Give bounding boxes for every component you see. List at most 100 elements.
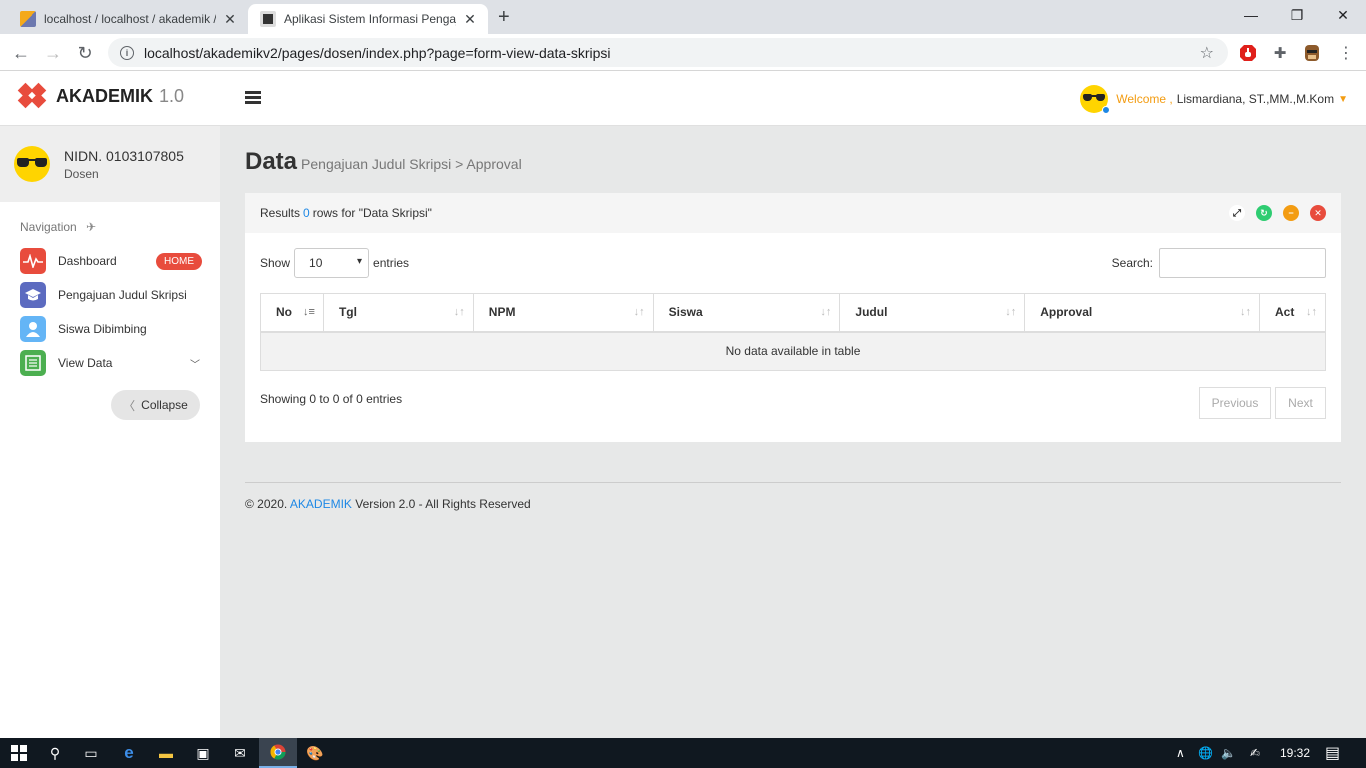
address-bar: ← → ↻ i localhost/akademikv2/pages/dosen… <box>0 34 1366 71</box>
minimize-icon[interactable]: — <box>1228 0 1274 30</box>
caret-down-icon: ▼ <box>1338 93 1348 105</box>
extensions-puzzle-icon[interactable]: ✚ <box>1270 43 1290 63</box>
sort-icon: ↓↑ <box>453 306 465 318</box>
user-menu[interactable]: Welcome , Lismardiana, ST.,MM.,M.Kom ▼ <box>1080 85 1348 114</box>
panel-tools: ⤢ ↻ − ✕ <box>1218 205 1326 221</box>
pen-icon[interactable]: ✍ <box>1250 738 1260 768</box>
store-icon[interactable]: ▣ <box>184 738 222 768</box>
windows-start-icon[interactable] <box>0 738 38 768</box>
close-panel-icon[interactable]: ✕ <box>1310 205 1326 221</box>
column-header-approval[interactable]: Approval ↓↑ <box>1024 293 1260 333</box>
chrome-icon[interactable] <box>259 738 297 768</box>
volume-icon[interactable]: 🔈 <box>1221 738 1236 768</box>
footer: © 2020. AKADEMIK Version 2.0 - All Right… <box>245 497 531 511</box>
column-header-act[interactable]: Act ↓↑ <box>1259 293 1326 333</box>
back-icon[interactable]: ← <box>8 40 34 66</box>
app-logo-text: AKADEMIK 1.0 <box>56 85 185 106</box>
app-favicon-icon <box>260 11 276 27</box>
sidebar-item-label: Pengajuan Judul Skripsi <box>58 288 187 302</box>
forward-icon[interactable]: → <box>40 40 66 66</box>
phpmyadmin-favicon-icon <box>20 11 36 27</box>
column-header-siswa[interactable]: Siswa ↓↑ <box>653 293 841 333</box>
column-header-tgl[interactable]: Tgl ↓↑ <box>323 293 474 333</box>
footer-divider <box>245 482 1341 483</box>
search-icon[interactable]: ⚲ <box>36 738 74 768</box>
data-panel: Results 0 rows for "Data Skripsi" ⤢ ↻ − … <box>245 193 1341 442</box>
sort-icon: ↓↑ <box>1240 306 1251 318</box>
search-input[interactable] <box>1159 248 1326 278</box>
mail-icon[interactable]: ✉ <box>221 738 259 768</box>
welcome-text: Welcome , <box>1116 92 1173 106</box>
paper-plane-icon: ✈ <box>86 220 97 234</box>
sort-icon: ↓↑ <box>820 306 832 318</box>
task-view-icon[interactable]: ▭ <box>72 738 110 768</box>
profile-avatar-icon[interactable] <box>1302 43 1322 63</box>
column-header-npm[interactable]: NPM ↓↑ <box>473 293 654 333</box>
edge-browser-icon[interactable]: e <box>110 738 148 768</box>
url-text: localhost/akademikv2/pages/dosen/index.p… <box>144 44 611 61</box>
sidebar-item-dashboard[interactable]: Dashboard HOME <box>20 247 202 275</box>
sidebar-item-label: View Data <box>58 356 113 370</box>
graduation-cap-icon <box>20 282 46 308</box>
browser-tab-active[interactable]: Aplikasi Sistem Informasi Pengaju ✕ <box>248 4 488 34</box>
sidebar-item-pengajuan[interactable]: Pengajuan Judul Skripsi <box>20 281 202 309</box>
browser-tab-bar: localhost / localhost / akademik / ✕ Apl… <box>0 0 1366 34</box>
reload-icon[interactable]: ↻ <box>72 40 98 66</box>
previous-button[interactable]: Previous <box>1199 387 1271 419</box>
tab-title: Aplikasi Sistem Informasi Pengaju <box>284 12 456 26</box>
tab-title: localhost / localhost / akademik / <box>44 12 216 26</box>
site-info-icon[interactable]: i <box>120 45 134 60</box>
list-icon <box>20 350 46 376</box>
online-status-icon <box>1102 106 1111 114</box>
sidebar-item-view-data[interactable]: View Data ﹀ <box>20 349 202 377</box>
refresh-icon[interactable]: ↻ <box>1256 205 1272 221</box>
network-globe-icon[interactable]: 🌐 <box>1198 738 1213 768</box>
expand-icon[interactable]: ⤢ <box>1229 205 1245 221</box>
entries-select[interactable]: 10 ▾ <box>294 248 370 278</box>
file-explorer-icon[interactable]: ▬ <box>147 738 185 768</box>
url-field[interactable]: i localhost/akademikv2/pages/dosen/index… <box>108 38 1228 67</box>
chevron-down-icon[interactable]: ﹀ <box>190 356 200 371</box>
tray-chevron-up-icon[interactable]: ∧ <box>1176 738 1185 768</box>
collapse-button[interactable]: 〈 Collapse <box>111 390 200 420</box>
profile-nidn: NIDN. 0103107805 <box>64 148 184 164</box>
browser-tab-phpmyadmin[interactable]: localhost / localhost / akademik / ✕ <box>8 4 248 34</box>
minimize-panel-icon[interactable]: − <box>1283 205 1299 221</box>
profile-avatar <box>14 146 50 182</box>
browser-menu-icon[interactable]: ⋮ <box>1336 43 1356 63</box>
sidebar-item-label: Siswa Dibimbing <box>58 322 147 336</box>
table-search: Search: <box>1112 248 1326 278</box>
table-row: No data available in table <box>260 331 1326 371</box>
sort-asc-icon: ↓≡ <box>303 306 315 318</box>
paint-icon[interactable]: 🎨 <box>296 738 334 768</box>
clock-time[interactable]: 19:32 <box>1280 738 1310 768</box>
tab-close-icon[interactable]: ✕ <box>462 11 478 28</box>
sort-icon: ↓↑ <box>1306 306 1317 318</box>
tab-close-icon[interactable]: ✕ <box>222 11 238 28</box>
restore-icon[interactable]: ❐ <box>1274 0 1320 30</box>
notifications-icon[interactable]: ▤ <box>1325 738 1340 768</box>
page-subtitle: Pengajuan Judul Skripsi > Approval <box>301 156 522 172</box>
pulse-icon <box>20 248 46 274</box>
column-header-judul[interactable]: Judul ↓↑ <box>839 293 1026 333</box>
adblock-extension-icon[interactable] <box>1238 43 1258 63</box>
bookmark-star-icon[interactable]: ☆ <box>1200 43 1214 63</box>
user-icon <box>20 316 46 342</box>
user-name: Lismardiana, ST.,MM.,M.Kom <box>1176 92 1335 106</box>
hamburger-menu-icon[interactable] <box>245 91 261 105</box>
sidebar: NIDN. 0103107805 Dosen Navigation ✈ Dash… <box>0 126 220 738</box>
app-logo[interactable]: AKADEMIK 1.0 <box>17 82 185 109</box>
sidebar-item-siswa[interactable]: Siswa Dibimbing <box>20 315 202 343</box>
main-content: Data Pengajuan Judul Skripsi > Approval R… <box>220 126 1366 738</box>
next-button[interactable]: Next <box>1275 387 1326 419</box>
footer-brand-link[interactable]: AKADEMIK <box>290 497 352 511</box>
table-info: Showing 0 to 0 of 0 entries <box>260 392 403 406</box>
results-count: 0 <box>303 206 310 220</box>
sidebar-item-label: Dashboard <box>58 254 117 268</box>
pagination: Previous Next <box>1199 387 1326 419</box>
empty-table-message: No data available in table <box>260 331 1326 371</box>
column-header-no[interactable]: No ↓≡ <box>260 293 324 333</box>
new-tab-icon[interactable]: + <box>498 6 510 29</box>
window-close-icon[interactable]: ✕ <box>1320 0 1366 30</box>
chevron-down-icon: ▾ <box>357 256 363 267</box>
